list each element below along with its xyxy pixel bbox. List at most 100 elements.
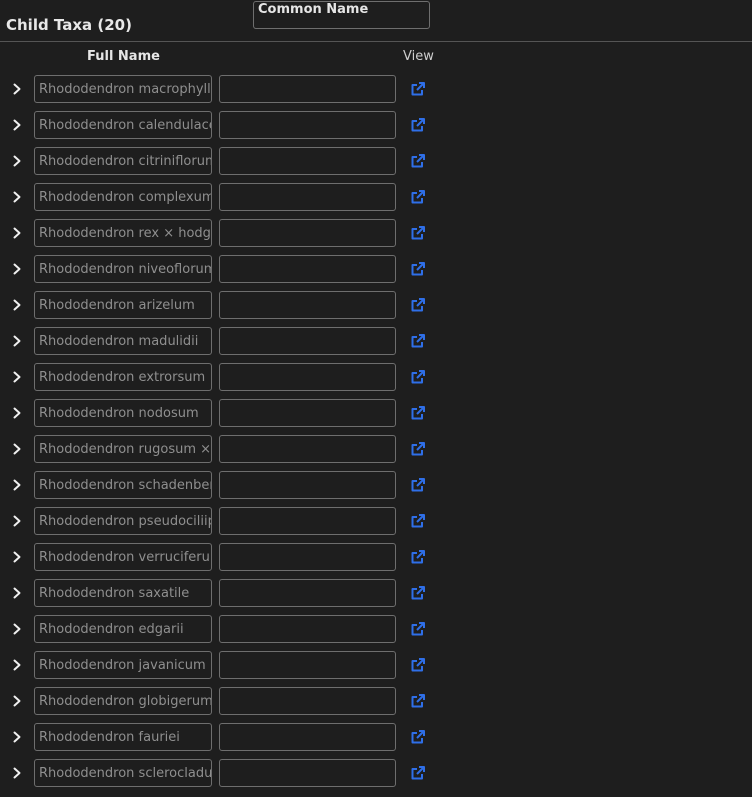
common-name-input[interactable] [219, 471, 396, 499]
common-name-input[interactable] [219, 723, 396, 751]
chevron-right-icon[interactable] [10, 442, 24, 456]
chevron-right-icon[interactable] [10, 406, 24, 420]
common-name-input[interactable] [219, 291, 396, 319]
common-name-input[interactable] [219, 111, 396, 139]
full-name-input[interactable] [34, 147, 212, 175]
chevron-right-icon[interactable] [10, 730, 24, 744]
full-name-input[interactable] [34, 255, 212, 283]
common-name-input[interactable] [219, 543, 396, 571]
chevron-right-icon[interactable] [10, 118, 24, 132]
common-name-input[interactable] [219, 183, 396, 211]
full-name-input[interactable] [34, 219, 212, 247]
full-name-input[interactable] [34, 723, 212, 751]
external-link-icon[interactable] [410, 153, 426, 169]
external-link-icon[interactable] [410, 333, 426, 349]
external-link-icon[interactable] [410, 261, 426, 277]
common-name-input[interactable] [219, 255, 396, 283]
common-name-input[interactable] [219, 687, 396, 715]
full-name-input[interactable] [34, 291, 212, 319]
full-name-input[interactable] [34, 615, 212, 643]
taxon-row [0, 650, 752, 686]
external-link-icon[interactable] [410, 477, 426, 493]
taxon-row [0, 398, 752, 434]
column-header-full-name: Full Name [87, 49, 160, 64]
full-name-input[interactable] [34, 435, 212, 463]
external-link-icon[interactable] [410, 765, 426, 781]
external-link-icon[interactable] [410, 405, 426, 421]
full-name-input[interactable] [34, 579, 212, 607]
full-name-input[interactable] [34, 507, 212, 535]
full-name-input[interactable] [34, 363, 212, 391]
common-name-input[interactable] [219, 147, 396, 175]
taxon-row [0, 110, 752, 146]
common-name-input[interactable] [219, 579, 396, 607]
external-link-icon[interactable] [410, 117, 426, 133]
chevron-right-icon[interactable] [10, 478, 24, 492]
external-link-icon[interactable] [410, 81, 426, 97]
chevron-right-icon[interactable] [10, 658, 24, 672]
common-name-input[interactable] [219, 615, 396, 643]
full-name-input[interactable] [34, 759, 212, 787]
full-name-input[interactable] [34, 687, 212, 715]
external-link-icon[interactable] [410, 189, 426, 205]
external-link-icon[interactable] [410, 225, 426, 241]
header-divider [0, 41, 752, 42]
common-name-input[interactable] [219, 759, 396, 787]
external-link-icon[interactable] [410, 729, 426, 745]
common-name-input[interactable] [219, 507, 396, 535]
external-link-icon[interactable] [410, 621, 426, 637]
full-name-input[interactable] [34, 399, 212, 427]
taxon-row [0, 254, 752, 290]
taxon-row [0, 686, 752, 722]
taxon-row [0, 290, 752, 326]
chevron-right-icon[interactable] [10, 370, 24, 384]
common-name-input[interactable] [219, 435, 396, 463]
external-link-icon[interactable] [410, 585, 426, 601]
common-name-input[interactable] [219, 399, 396, 427]
taxon-row [0, 470, 752, 506]
common-name-input[interactable] [219, 363, 396, 391]
chevron-right-icon[interactable] [10, 586, 24, 600]
external-link-icon[interactable] [410, 513, 426, 529]
chevron-right-icon[interactable] [10, 550, 24, 564]
common-name-input[interactable] [219, 327, 396, 355]
child-taxa-list [0, 74, 752, 794]
chevron-right-icon[interactable] [10, 514, 24, 528]
external-link-icon[interactable] [410, 657, 426, 673]
taxon-row [0, 326, 752, 362]
chevron-right-icon[interactable] [10, 226, 24, 240]
common-name-input[interactable] [219, 75, 396, 103]
taxon-row [0, 362, 752, 398]
full-name-input[interactable] [34, 543, 212, 571]
taxon-row [0, 542, 752, 578]
taxon-row [0, 578, 752, 614]
external-link-icon[interactable] [410, 693, 426, 709]
taxon-row [0, 74, 752, 110]
full-name-input[interactable] [34, 183, 212, 211]
full-name-input[interactable] [34, 651, 212, 679]
external-link-icon[interactable] [410, 369, 426, 385]
taxon-row [0, 722, 752, 758]
external-link-icon[interactable] [410, 441, 426, 457]
full-name-input[interactable] [34, 111, 212, 139]
full-name-input[interactable] [34, 327, 212, 355]
column-header-view: View [403, 49, 434, 64]
common-name-input[interactable] [219, 219, 396, 247]
chevron-right-icon[interactable] [10, 82, 24, 96]
full-name-input[interactable] [34, 471, 212, 499]
external-link-icon[interactable] [410, 549, 426, 565]
external-link-icon[interactable] [410, 297, 426, 313]
taxon-row [0, 182, 752, 218]
taxon-row [0, 506, 752, 542]
common-name-input[interactable] [219, 651, 396, 679]
full-name-input[interactable] [34, 75, 212, 103]
chevron-right-icon[interactable] [10, 622, 24, 636]
chevron-right-icon[interactable] [10, 262, 24, 276]
chevron-right-icon[interactable] [10, 154, 24, 168]
chevron-right-icon[interactable] [10, 694, 24, 708]
panel-title: Child Taxa (20) [6, 16, 132, 34]
chevron-right-icon[interactable] [10, 334, 24, 348]
chevron-right-icon[interactable] [10, 766, 24, 780]
chevron-right-icon[interactable] [10, 298, 24, 312]
chevron-right-icon[interactable] [10, 190, 24, 204]
